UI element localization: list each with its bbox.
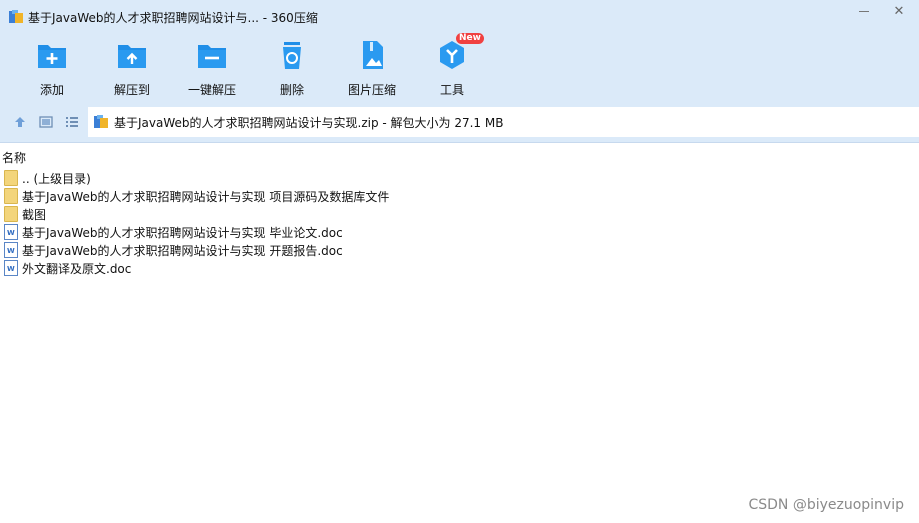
column-header-name[interactable]: 名称: [0, 148, 919, 166]
list-item[interactable]: W 基于JavaWeb的人才求职招聘网站设计与实现 毕业论文.doc: [0, 223, 389, 241]
image-compress-label: 图片压缩: [347, 83, 396, 97]
one-click-extract-icon: [195, 38, 229, 72]
image-compress-button[interactable]: 图片压缩: [337, 38, 407, 98]
extract-to-label: 解压到: [113, 83, 150, 97]
word-doc-icon: W: [4, 260, 18, 276]
up-level-button[interactable]: [12, 114, 28, 130]
list-view-button[interactable]: [64, 114, 80, 130]
list-item[interactable]: .. (上级目录): [0, 169, 389, 187]
word-doc-icon: W: [4, 224, 18, 240]
folder-icon: [4, 188, 18, 204]
tools-button[interactable]: New 工具: [417, 33, 487, 98]
list-item[interactable]: W 外文翻译及原文.doc: [0, 259, 389, 277]
address-bar: 基于JavaWeb的人才求职招聘网站设计与实现.zip - 解包大小为 27.1…: [0, 102, 919, 143]
folder-icon: [4, 206, 18, 222]
list-item-name: 截图: [22, 207, 47, 222]
file-list: .. (上级目录) 基于JavaWeb的人才求职招聘网站设计与实现 项目源码及数…: [0, 169, 389, 277]
minimize-button[interactable]: [849, 0, 879, 22]
thumbnail-view-button[interactable]: [38, 114, 54, 130]
thumbnail-view-icon: [39, 116, 53, 128]
word-doc-icon: W: [4, 242, 18, 258]
one-click-extract-button[interactable]: 一键解压: [177, 38, 247, 98]
image-compress-icon: [355, 38, 389, 72]
watermark: CSDN @biyezuopinvip: [748, 497, 904, 513]
delete-button[interactable]: 删除: [257, 38, 327, 98]
list-item[interactable]: 基于JavaWeb的人才求职招聘网站设计与实现 项目源码及数据库文件: [0, 187, 389, 205]
path-text: 基于JavaWeb的人才求职招聘网站设计与实现.zip - 解包大小为 27.1…: [114, 115, 504, 130]
add-button[interactable]: 添加: [17, 38, 87, 98]
app-logo-icon: [9, 10, 23, 24]
list-item[interactable]: 截图: [0, 205, 389, 223]
delete-icon: [275, 38, 309, 72]
tools-label: 工具: [439, 83, 464, 97]
new-badge: New: [456, 33, 484, 44]
archive-icon: [94, 115, 108, 129]
toolbar: 添加 解压到 一键解压 删除 图片压缩 New 工具: [0, 33, 919, 102]
extract-to-button[interactable]: 解压到: [97, 38, 167, 98]
minimize-icon: [859, 10, 869, 12]
close-button[interactable]: ✕: [884, 0, 914, 22]
list-item-name: 外文翻译及原文.doc: [22, 261, 132, 276]
up-arrow-icon: [15, 117, 25, 127]
list-view-icon: [66, 117, 78, 127]
column-header-label: 名称: [2, 151, 27, 165]
add-label: 添加: [39, 83, 64, 97]
list-item-name: 基于JavaWeb的人才求职招聘网站设计与实现 开题报告.doc: [22, 243, 343, 258]
one-click-extract-label: 一键解压: [187, 83, 236, 97]
title-bar: 基于JavaWeb的人才求职招聘网站设计与... - 360压缩 ✕: [0, 0, 919, 34]
list-item-name: .. (上级目录): [22, 171, 91, 186]
list-item-name: 基于JavaWeb的人才求职招聘网站设计与实现 毕业论文.doc: [22, 225, 343, 240]
folder-icon: [4, 170, 18, 186]
extract-to-icon: [115, 38, 149, 72]
window-title: 基于JavaWeb的人才求职招聘网站设计与... - 360压缩: [28, 10, 318, 25]
delete-label: 删除: [279, 83, 304, 97]
list-item[interactable]: W 基于JavaWeb的人才求职招聘网站设计与实现 开题报告.doc: [0, 241, 389, 259]
add-icon: [35, 38, 69, 72]
tools-icon: New: [435, 33, 484, 72]
list-item-name: 基于JavaWeb的人才求职招聘网站设计与实现 项目源码及数据库文件: [22, 189, 390, 204]
path-field[interactable]: 基于JavaWeb的人才求职招聘网站设计与实现.zip - 解包大小为 27.1…: [88, 107, 919, 137]
